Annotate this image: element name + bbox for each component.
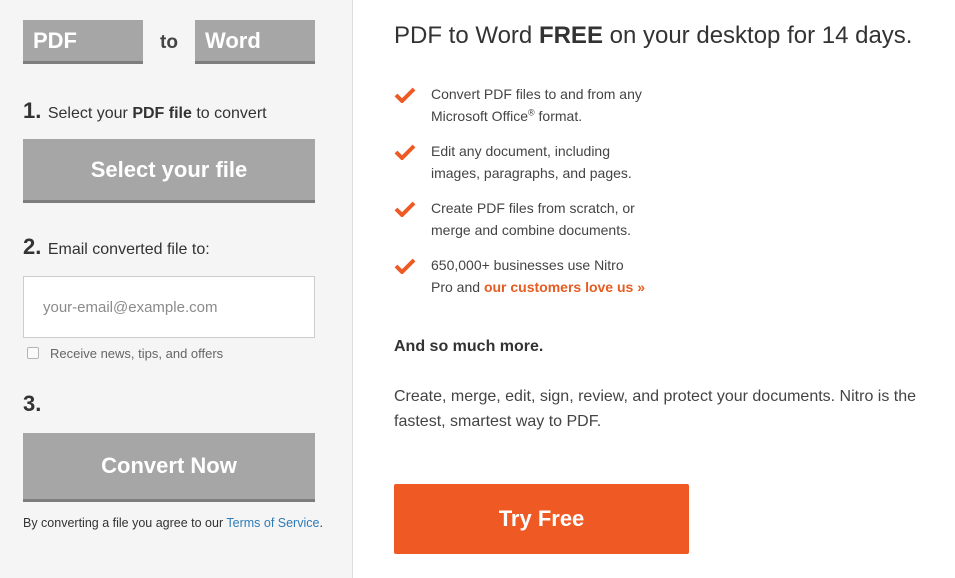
convert-now-button[interactable]: Convert Now bbox=[23, 433, 315, 502]
terms-notice: By converting a file you agree to our Te… bbox=[23, 513, 323, 534]
checkmark-icon bbox=[394, 87, 416, 103]
try-free-button[interactable]: Try Free bbox=[394, 484, 689, 554]
more-description: Create, merge, edit, sign, review, and p… bbox=[394, 388, 917, 430]
from-format-select[interactable]: PDF bbox=[23, 20, 143, 64]
feature-line: Convert PDF files to and from any bbox=[431, 86, 642, 102]
newsletter-label: Receive news, tips, and offers bbox=[50, 345, 224, 361]
feature-item: Convert PDF files to and from any Micros… bbox=[394, 83, 694, 140]
step-3-number: 3. bbox=[23, 391, 42, 416]
terms-suffix: . bbox=[319, 516, 323, 530]
registered-mark: ® bbox=[528, 107, 535, 118]
feature-list: Convert PDF files to and from any Micros… bbox=[394, 83, 694, 311]
format-connector-label: to bbox=[160, 32, 178, 53]
select-file-button[interactable]: Select your file bbox=[23, 139, 315, 203]
checkmark-icon bbox=[394, 258, 416, 274]
newsletter-checkbox[interactable] bbox=[27, 347, 39, 359]
step-2-text: Email converted file to: bbox=[47, 241, 210, 258]
feature-line: Microsoft Office® format. bbox=[431, 105, 694, 127]
newsletter-option[interactable]: Receive news, tips, and offers bbox=[27, 345, 223, 361]
headline-before: PDF to Word bbox=[394, 22, 533, 49]
terms-prefix: By converting a file you agree to our bbox=[23, 516, 224, 530]
promo-panel: PDF to Word FREE on your desktop for 14 … bbox=[354, 0, 955, 578]
promo-headline: PDF to Word FREE on your desktop for 14 … bbox=[394, 22, 912, 50]
step-2-number: 2. bbox=[23, 234, 42, 259]
step-1-text-bold: PDF file bbox=[132, 105, 192, 122]
feature-line: 650,000+ businesses use Nitro bbox=[431, 257, 624, 273]
feature-text: Pro and bbox=[431, 279, 481, 295]
checkmark-icon bbox=[394, 201, 416, 217]
feature-line: Edit any document, including bbox=[431, 143, 610, 159]
step-1-number: 1. bbox=[23, 98, 42, 123]
step-2-label: 2. Email converted file to: bbox=[23, 234, 210, 260]
feature-line: Create PDF files from scratch, or bbox=[431, 200, 635, 216]
step-1-label: 1. Select your PDF file to convert bbox=[23, 98, 267, 124]
feature-line: images, paragraphs, and pages. bbox=[431, 165, 632, 181]
checkmark-icon bbox=[394, 144, 416, 160]
feature-item: Edit any document, including images, par… bbox=[394, 140, 694, 197]
step-1-text-after: to convert bbox=[196, 105, 267, 122]
feature-item: 650,000+ businesses use Nitro Pro and ou… bbox=[394, 254, 694, 311]
headline-after: on your desktop for 14 days. bbox=[609, 22, 913, 49]
feature-item: Create PDF files from scratch, or merge … bbox=[394, 197, 694, 254]
feature-line: Pro and our customers love us » bbox=[431, 276, 694, 298]
step-1-text-before: Select your bbox=[47, 105, 128, 122]
feature-text: format. bbox=[538, 108, 583, 124]
email-input[interactable] bbox=[23, 276, 315, 338]
headline-bold: FREE bbox=[538, 22, 603, 49]
terms-of-service-link[interactable]: Terms of Service bbox=[226, 516, 319, 530]
to-format-select[interactable]: Word bbox=[195, 20, 315, 64]
feature-text: Microsoft Office bbox=[431, 108, 528, 124]
converter-panel: PDF to Word 1. Select your PDF file to c… bbox=[0, 0, 353, 578]
feature-line: merge and combine documents. bbox=[431, 222, 631, 238]
step-3-label: 3. bbox=[23, 391, 43, 417]
customers-love-us-link[interactable]: our customers love us » bbox=[484, 279, 645, 295]
more-title: And so much more. bbox=[394, 338, 544, 355]
